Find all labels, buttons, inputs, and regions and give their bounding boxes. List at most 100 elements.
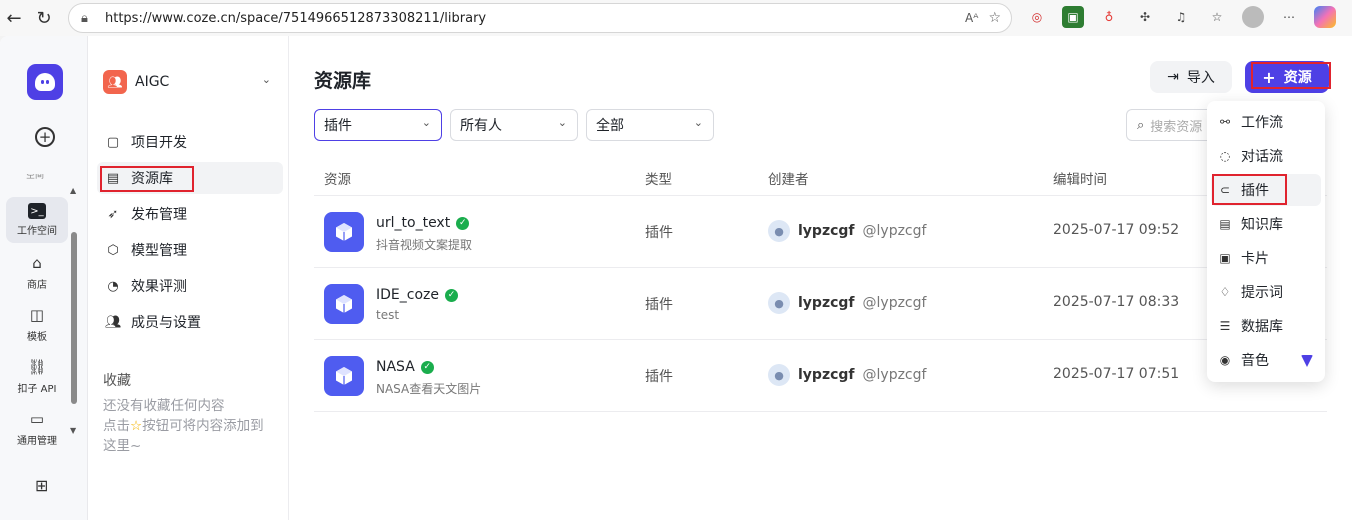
rail-item-api[interactable]: ⛓ 扣子 API [6, 353, 68, 399]
extension-icon-red[interactable]: ◎ [1026, 6, 1048, 28]
extension-icon-pin[interactable]: ♁ [1098, 6, 1120, 28]
apps-grid-icon[interactable]: ⊞ [35, 476, 55, 496]
dropdown-item-chatflow[interactable]: ◌ 对话流 [1211, 140, 1321, 172]
chevron-down-icon: ⌄ [693, 116, 703, 129]
search-placeholder: 搜索资源 [1150, 119, 1203, 135]
search-input[interactable]: ⌕ 搜索资源 [1126, 109, 1216, 141]
extension-icon-green[interactable]: ▣ [1062, 6, 1084, 28]
menu-item-members[interactable]: 👥︎ 成员与设置 [97, 306, 283, 338]
dropdown-item-knowledge[interactable]: ▤ 知识库 [1211, 208, 1321, 240]
menu-item-evaluation[interactable]: ◔ 效果评测 [97, 270, 283, 302]
browser-toolbar: ← ↻ 🔒︎ https://www.coze.cn/space/7514966… [0, 0, 1352, 36]
column-header-edit-time[interactable]: 编辑时间 [1053, 168, 1107, 188]
menu-item-publish[interactable]: ➶ 发布管理 [97, 198, 283, 230]
template-icon: ◫ [29, 306, 45, 324]
search-icon: ⌕ [1137, 117, 1145, 133]
dropdown-item-database[interactable]: ☰ 数据库 [1211, 310, 1321, 342]
knowledge-icon: ▤ [1219, 217, 1231, 231]
resource-type: 插件 [645, 369, 673, 385]
menu-item-models[interactable]: ⬡ 模型管理 [97, 234, 283, 266]
plugin-cube-icon [324, 356, 364, 396]
rail-label-workspace: 工作空间 [17, 226, 57, 237]
type-filter-select[interactable]: 插件 ⌄ [314, 109, 442, 141]
creator-handle: @lypzcgf [862, 367, 927, 383]
dropdown-item-plugin[interactable]: ⊂ 插件 [1211, 174, 1321, 206]
status-filter-value: 全部 [596, 118, 624, 134]
scroll-thumb[interactable] [71, 232, 77, 404]
rail-item-workspace[interactable]: >_ 工作空间 [6, 197, 68, 243]
user-avatar-icon: ● [768, 220, 790, 242]
table-row[interactable]: IDE_coze ✓ test 插件 ● lypzcgf @lypzcgf 202… [314, 268, 1327, 340]
resource-desc: test [376, 308, 400, 322]
store-icon: ⌂ [32, 254, 42, 272]
table-row[interactable]: url_to_text ✓ 抖音视频文案提取 插件 ● lypzcgf @lypz… [314, 196, 1327, 268]
table-row[interactable]: NASA ✓ NASA查看天文图片 插件 ● lypzcgf @lypzcgf 2… [314, 340, 1327, 412]
creator-handle: @lypzcgf [862, 223, 927, 239]
coze-logo[interactable] [27, 64, 63, 100]
refresh-icon[interactable]: ↻ [30, 4, 58, 32]
members-icon: 👥︎ [105, 314, 122, 330]
dropdown-label-voice: 音色 [1241, 353, 1269, 369]
workflow-icon: ⚯ [1219, 115, 1231, 129]
favorites-empty-line2: 点击☆按钮可将内容添加到 [103, 416, 283, 436]
rail-item-management[interactable]: ▭ 通用管理 [6, 405, 68, 451]
type-filter-value: 插件 [324, 118, 352, 134]
column-header-type[interactable]: 类型 [645, 168, 672, 188]
resource-name: NASA ✓ [376, 359, 434, 375]
lock-icon: 🔒︎ [81, 10, 88, 26]
creator-name: lypzcgf [798, 295, 855, 311]
menu-item-projects[interactable]: ▢ 项目开发 [97, 126, 283, 158]
gauge-icon: ◔ [107, 278, 119, 294]
column-header-resource[interactable]: 资源 [324, 168, 351, 188]
user-avatar-icon: ● [768, 292, 790, 314]
space-switcher[interactable]: 👥︎ AIGC ⌄ [103, 70, 281, 94]
user-avatar-icon: ● [768, 364, 790, 386]
dropdown-item-voice[interactable]: ◉ 音色 [1211, 344, 1321, 376]
profile-avatar[interactable] [1242, 6, 1264, 28]
address-bar[interactable]: 🔒︎ https://www.coze.cn/space/75149665128… [68, 3, 1012, 33]
favorites-icon[interactable]: ☆ [1206, 6, 1228, 28]
favorite-star-icon[interactable]: ☆ [988, 10, 1001, 26]
scroll-up-icon[interactable]: ▲ [70, 186, 76, 195]
rail-item-templates[interactable]: ◫ 模板 [6, 301, 68, 347]
import-label: 导入 [1186, 70, 1215, 86]
back-icon[interactable]: ← [0, 4, 28, 32]
workspace-sidebar: 👥︎ AIGC ⌄ ▢ 项目开发 ▤ 资源库 ➶ 发布管理 ⬡ 模型管理 ◔ 效… [89, 36, 289, 520]
copilot-icon[interactable] [1314, 6, 1336, 28]
owner-filter-select[interactable]: 所有人 ⌄ [450, 109, 578, 141]
voice-icon: ◉ [1219, 353, 1231, 367]
column-header-creator[interactable]: 创建者 [768, 168, 809, 188]
menu-label-members: 成员与设置 [131, 315, 201, 331]
resource-desc: 抖音视频文案提取 [376, 238, 473, 252]
dropdown-item-card[interactable]: ▣ 卡片 [1211, 242, 1321, 274]
verified-check-icon: ✓ [420, 360, 434, 374]
dropdown-label-card: 卡片 [1241, 251, 1269, 267]
dropdown-item-prompt[interactable]: ♢ 提示词 [1211, 276, 1321, 308]
status-filter-select[interactable]: 全部 ⌄ [586, 109, 714, 141]
menu-label-library: 资源库 [131, 171, 173, 187]
scroll-down-icon[interactable]: ▼ [70, 426, 76, 435]
resource-name-text: url_to_text [376, 215, 451, 231]
rail-scrollbar[interactable]: ▲ ▼ [70, 186, 77, 436]
chevron-down-icon: ⌄ [557, 116, 567, 129]
favorites-empty-line1: 还没有收藏任何内容 [103, 398, 225, 414]
edit-time: 2025-07-17 07:51 [1053, 366, 1180, 382]
extensions-puzzle-icon[interactable]: ✣ [1134, 6, 1156, 28]
read-aloud-icon[interactable]: Aᴬ [965, 11, 978, 25]
dropdown-label-chatflow: 对话流 [1241, 149, 1283, 165]
resource-name-text: NASA [376, 359, 415, 375]
import-icon: ⇥ [1167, 69, 1179, 85]
more-icon[interactable]: ⋯ [1278, 6, 1300, 28]
create-plus-icon[interactable]: + [35, 127, 55, 147]
menu-item-library[interactable]: ▤ 资源库 [97, 162, 283, 194]
dropdown-label-workflow: 工作流 [1241, 115, 1283, 131]
menu-label-publish: 发布管理 [131, 207, 187, 223]
database-icon: ☰ [1219, 319, 1231, 333]
dropdown-item-workflow[interactable]: ⚯ 工作流 [1211, 106, 1321, 138]
verified-check-icon: ✓ [456, 216, 470, 230]
add-resource-button[interactable]: + 资源 [1245, 61, 1329, 93]
menu-label-models: 模型管理 [131, 243, 187, 259]
import-button[interactable]: ⇥ 导入 [1150, 61, 1232, 93]
rail-item-store[interactable]: ⌂ 商店 [6, 249, 68, 295]
media-control-icon[interactable]: ♫ [1170, 6, 1192, 28]
